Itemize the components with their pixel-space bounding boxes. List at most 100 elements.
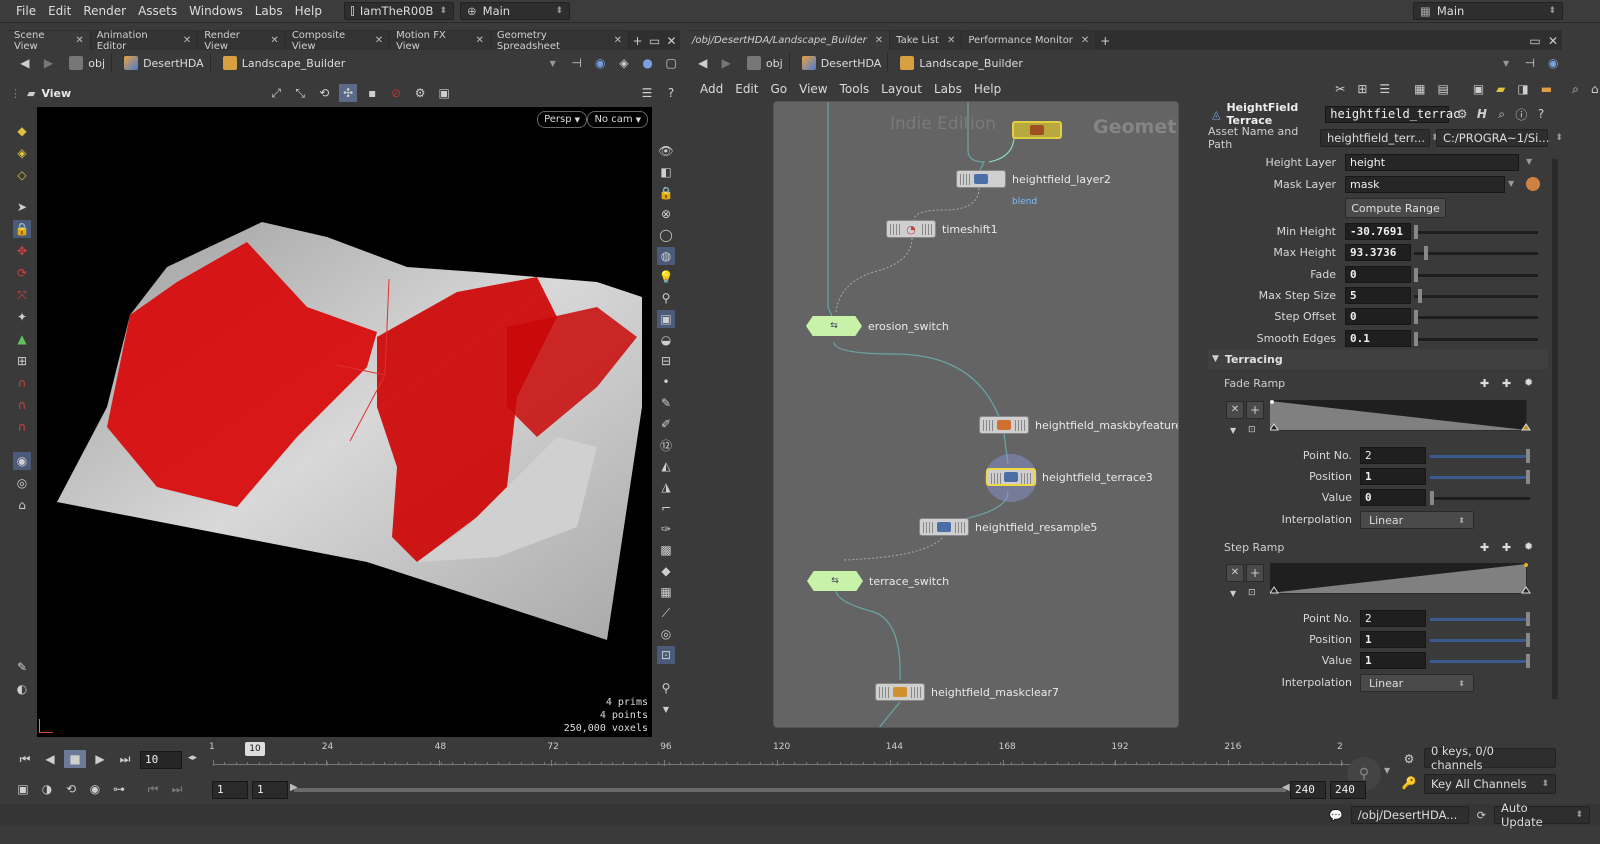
audio-icon[interactable]: ▣ — [14, 780, 32, 798]
display-curve-icon[interactable]: ⌐ — [657, 499, 675, 517]
tool-pointer-icon[interactable]: ➤ — [13, 198, 31, 216]
display-ruler-icon[interactable]: ⟋ — [657, 604, 675, 622]
display-shape2-icon[interactable]: ◮ — [657, 478, 675, 496]
ramp-value-field[interactable]: 1 — [1360, 631, 1426, 648]
palette-icon[interactable]: ◨ — [1517, 80, 1528, 98]
right-desktop-selector[interactable]: ▦ Main ⬍ — [1413, 2, 1563, 20]
close-icon[interactable]: ✕ — [875, 35, 883, 46]
param-slider[interactable] — [1414, 246, 1538, 260]
cam-menu[interactable]: No cam ▼ — [587, 111, 648, 128]
ramp-slider[interactable] — [1430, 633, 1530, 647]
tool-magnet3-icon[interactable]: ∩ — [13, 418, 31, 436]
interp-selector[interactable]: Linear ⬍ — [1360, 674, 1474, 692]
display-shade-icon[interactable]: ◒ — [657, 331, 675, 349]
breadcrumb-hda[interactable]: DesertHDA — [118, 53, 211, 73]
fade-ramp-graph[interactable] — [1270, 400, 1532, 436]
close-pane-icon[interactable]: ✕ — [1544, 32, 1562, 50]
node-heightfield-layer[interactable]: heightfield_layer2 — [956, 170, 1111, 188]
add-tab-icon[interactable]: + — [1096, 32, 1114, 50]
range-icon[interactable]: ⊶ — [110, 780, 128, 798]
node-maskclear[interactable]: heightfield_maskclear7 — [875, 683, 1059, 701]
tool-brush-icon[interactable]: ✎ — [13, 658, 31, 676]
key-frames-icon[interactable]: ◑ — [38, 780, 56, 798]
display-eye-icon[interactable]: 👁 — [657, 142, 675, 160]
light-icon[interactable]: ▣ — [435, 84, 453, 102]
display-cancel-icon[interactable]: ⊗ — [657, 205, 675, 223]
ramp-slider[interactable] — [1430, 491, 1530, 505]
menu-windows[interactable]: Windows — [183, 4, 249, 18]
param-value-field[interactable]: 0 — [1345, 266, 1411, 283]
jump-start-icon[interactable]: ⏮ — [14, 750, 36, 768]
slider-knob[interactable] — [1430, 491, 1434, 505]
key-all-channels[interactable]: Key All Channels ⬍ — [1424, 774, 1556, 794]
gear-icon[interactable]: ✹ — [1524, 376, 1533, 389]
net-menu-labs[interactable]: Labs — [934, 82, 962, 96]
param-value-field[interactable]: 0.1 — [1345, 330, 1411, 347]
tool-render-icon[interactable]: ⌂ — [13, 496, 31, 514]
ramp-value-field[interactable]: 2 — [1360, 610, 1426, 627]
pane-menu-icon[interactable]: ▭ — [646, 32, 663, 50]
info-icon[interactable]: ⓘ — [1514, 105, 1528, 123]
tab-network-path[interactable]: /obj/DesertHDA/Landscape_Builder ✕ — [686, 31, 891, 50]
close-icon[interactable]: ✕ — [375, 35, 383, 46]
slider-knob[interactable] — [1414, 268, 1418, 282]
tool-paint-icon[interactable]: ◇ — [13, 166, 31, 184]
net-menu-view[interactable]: View — [799, 82, 827, 96]
tool-scale-icon[interactable]: ⤧ — [13, 286, 31, 304]
net-menu-help[interactable]: Help — [974, 82, 1001, 96]
list-icon[interactable]: ☰ — [1379, 80, 1390, 98]
display-pen2-icon[interactable]: ✐ — [657, 415, 675, 433]
add-point-icon[interactable]: ✚ — [1480, 377, 1489, 390]
desktop-selector[interactable]: IamTheR00B ⬍ — [344, 2, 454, 20]
net-menu-edit[interactable]: Edit — [735, 82, 758, 96]
current-frame-field[interactable]: 10 — [140, 751, 182, 769]
menu-help[interactable]: Help — [289, 4, 328, 18]
home-icon[interactable]: ⌂ — [1591, 80, 1599, 98]
display-lock-icon[interactable]: 🔒 — [657, 184, 675, 202]
terracing-folder[interactable]: ▼ Terracing — [1208, 349, 1548, 369]
tool-move-icon[interactable]: ✥ — [13, 242, 31, 260]
display-options-icon[interactable]: ☰ — [638, 84, 656, 102]
slider-knob[interactable] — [1414, 225, 1418, 239]
note-icon[interactable]: ▣ — [1473, 80, 1484, 98]
link-icon[interactable]: ⊡ — [1248, 425, 1256, 435]
sticky-icon[interactable]: ▰ — [1496, 80, 1505, 98]
realtime-toggle-icon[interactable]: ◉ — [86, 780, 104, 798]
tool-magnet2-icon[interactable]: ∩ — [13, 396, 31, 414]
close-icon[interactable]: ✕ — [476, 35, 484, 46]
node-timeshift[interactable]: ◔ timeshift1 — [886, 220, 998, 238]
menu-render[interactable]: Render — [77, 4, 132, 18]
frame-ruler[interactable]: 1 24 48 72 96 120 144 168 192 216 2 10 — [209, 742, 1355, 770]
tree-icon[interactable]: ⊞ — [1357, 80, 1367, 98]
select-tool-icon[interactable]: ⤢ — [267, 84, 285, 102]
breadcrumb-hda[interactable]: DesertHDA — [796, 53, 889, 73]
delete-point-icon[interactable]: ✕ — [1226, 564, 1244, 582]
height-layer-field[interactable]: height — [1345, 154, 1519, 171]
node-terrace[interactable]: heightfield_terrace3 — [986, 468, 1153, 486]
pin-icon[interactable]: ⊣ — [1521, 54, 1538, 72]
param-scrollbar[interactable] — [1552, 159, 1558, 699]
breadcrumb-builder[interactable]: Landscape_Builder ▼ — [894, 53, 1515, 73]
tool-sphere-icon[interactable]: ◐ — [13, 680, 31, 698]
display-num-icon[interactable]: ⑫ — [657, 436, 675, 454]
chevron-down-icon[interactable]: ▼ — [1526, 157, 1532, 166]
refresh-icon[interactable]: ⟳ — [1477, 809, 1486, 822]
loop-icon[interactable]: ⟲ — [62, 780, 80, 798]
display-dot-icon[interactable]: • — [657, 373, 675, 391]
param-slider[interactable] — [1414, 332, 1538, 346]
range-end2-field[interactable]: 240 — [1330, 781, 1366, 799]
net-menu-layout[interactable]: Layout — [881, 82, 922, 96]
rotate-tool-icon[interactable]: ⟲ — [315, 84, 333, 102]
tool-rotate-icon[interactable]: ⟳ — [13, 264, 31, 282]
slider-knob[interactable] — [1414, 310, 1418, 324]
slider-knob[interactable] — [1526, 449, 1530, 463]
close-icon[interactable]: ✕ — [75, 35, 83, 46]
tab-geometry-spreadsheet[interactable]: Geometry Spreadsheet ✕ — [490, 30, 629, 52]
close-icon[interactable]: ✕ — [270, 35, 278, 46]
display-bulb2-icon[interactable]: ⚲ — [657, 289, 675, 307]
expand-icon[interactable]: ▼ — [1230, 426, 1236, 435]
expand-icon[interactable]: ▼ — [1230, 589, 1236, 598]
ramp-value-field[interactable]: 1 — [1360, 652, 1426, 669]
node-erosion-switch[interactable]: ⇆ erosion_switch — [806, 316, 949, 336]
asset-path-selector[interactable]: C:/PROGRA~1/Si... ⬍ — [1436, 129, 1563, 147]
